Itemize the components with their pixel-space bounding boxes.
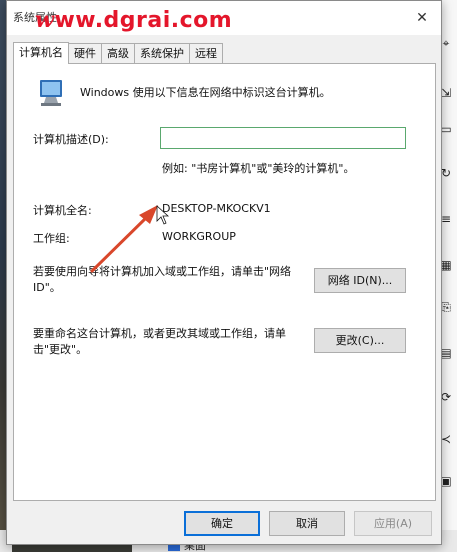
tab-remote[interactable]: 远程 [189, 43, 223, 63]
rename-text: 要重命名这台计算机，或者更改其域或工作组，请单击"更改"。 [33, 327, 286, 356]
computer-name-panel: Windows 使用以下信息在网络中标识这台计算机。 计算机描述(D): 例如:… [13, 63, 436, 501]
tab-computer-name[interactable]: 计算机名 [13, 42, 69, 64]
network-id-text: 若要使用向导将计算机加入域或工作组，请单击"网络 ID"。 [33, 265, 292, 294]
workgroup-value: WORKGROUP [162, 230, 236, 243]
close-button[interactable]: ✕ [413, 9, 431, 27]
full-name-value: DESKTOP-MKOCKV1 [162, 202, 271, 215]
computer-description-input[interactable] [160, 127, 406, 149]
watermark: www.dgrai.com [35, 7, 233, 33]
title-bar[interactable]: 系统属性 www.dgrai.com ✕ [7, 1, 441, 35]
ok-button[interactable]: 确定 [184, 511, 260, 536]
cancel-button[interactable]: 取消 [269, 511, 345, 536]
full-name-label: 计算机全名: [33, 204, 92, 217]
description-hint: 例如: "书房计算机"或"美玲的计算机"。 [162, 162, 355, 175]
tab-system-protection[interactable]: 系统保护 [134, 43, 190, 63]
workgroup-label: 工作组: [33, 232, 70, 245]
apply-button[interactable]: 应用(A) [354, 511, 432, 536]
tab-hardware[interactable]: 硬件 [68, 43, 102, 63]
computer-description-label: 计算机描述(D): [33, 133, 109, 146]
tab-advanced[interactable]: 高级 [101, 43, 135, 63]
description-text: Windows 使用以下信息在网络中标识这台计算机。 [80, 86, 331, 99]
system-properties-dialog: 系统属性 www.dgrai.com ✕ 计算机名 硬件 高级 系统保护 远程 … [6, 0, 442, 545]
change-button[interactable]: 更改(C)... [314, 328, 406, 353]
tab-strip: 计算机名 硬件 高级 系统保护 远程 [13, 42, 223, 64]
network-id-button[interactable]: 网络 ID(N)... [314, 268, 406, 293]
computer-icon [40, 80, 62, 106]
